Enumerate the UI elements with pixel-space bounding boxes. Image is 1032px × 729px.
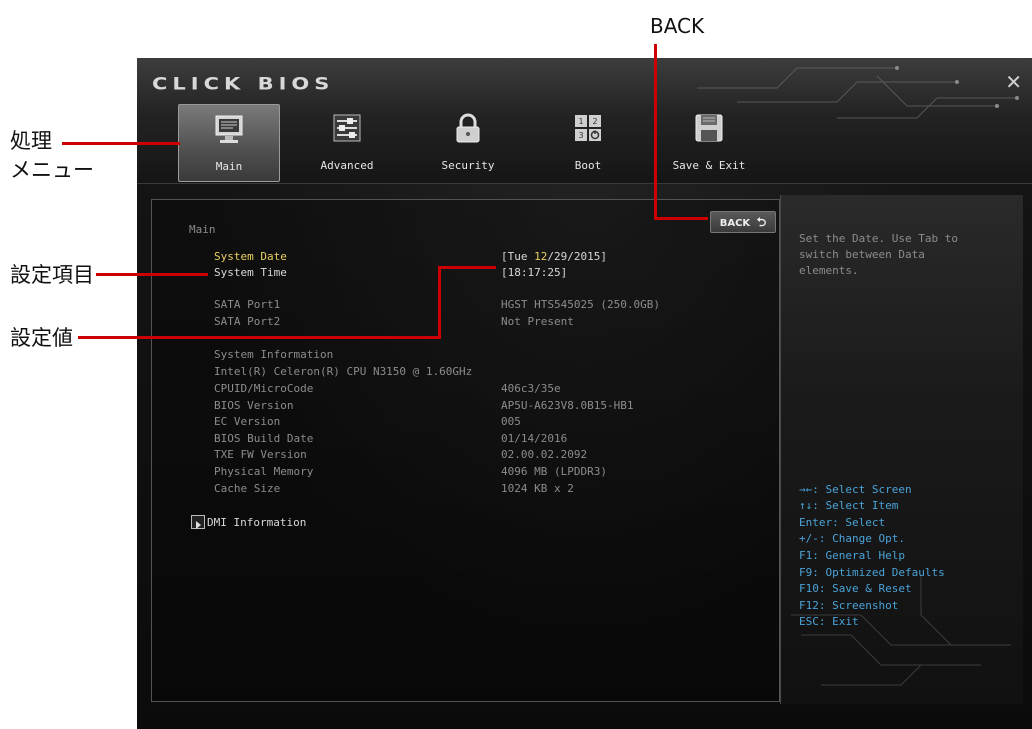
annotation-back: BACK [650,14,705,38]
annotation-settings-value: 設定値 [10,326,73,350]
info-value: 4096 MB (LPDDR3) [501,465,607,478]
submenu-arrow-icon [191,515,205,529]
floppy-disk-icon [695,114,723,142]
sata-port2-label: SATA Port2 [214,315,281,328]
svg-text:3: 3 [578,131,583,140]
callout-line-settings-value-top [438,266,496,269]
info-label: BIOS Version [214,399,294,412]
tab-main[interactable]: Main [178,104,280,182]
system-information-heading: System Information [214,348,334,361]
svg-text:2: 2 [592,117,597,126]
info-value: 406c3/35e [501,382,561,395]
system-time-value[interactable]: [18:17:25] [501,266,567,279]
key-help-line: F1: General Help [799,549,905,562]
help-description-line: switch between Data [799,248,925,261]
key-help-line: +/-: Change Opt. [799,532,905,545]
callout-line-settings-value [78,336,440,339]
info-label: Physical Memory [214,465,314,478]
info-value: 02.00.02.2092 [501,448,588,461]
info-label: TXE FW Version [214,448,307,461]
section-title: Main [189,223,216,236]
system-date-month-field[interactable]: 12 [534,250,547,263]
annotation-menu-line2: メニュー [10,158,94,182]
info-value: 1024 KB x 2 [501,482,574,495]
back-button-label: BACK [719,218,751,229]
system-date-value[interactable]: [Tue 12/29/2015] [501,250,607,263]
annotation-settings-item: 設定項目 [10,263,94,287]
boot-order-icon: 1 2 3 [575,115,601,141]
help-description-line: elements. [799,264,859,277]
callout-line-menu [62,142,180,145]
tab-advanced[interactable]: Advanced [297,104,397,180]
sata-port1-label: SATA Port1 [214,298,281,311]
lock-icon [456,113,480,143]
cpu-name: Intel(R) Celeron(R) CPU N3150 @ 1.60GHz [214,365,473,378]
tab-boot[interactable]: 1 2 3 Boot [538,104,638,180]
callout-line-settings-value-vertical [438,266,441,339]
info-label: Cache Size [214,482,281,495]
click-bios-logo: CLICK BIOS [152,74,335,94]
tab-security[interactable]: Security [418,104,518,180]
key-help-line: F9: Optimized Defaults [799,566,945,579]
key-help-line: ↑↓: Select Item [799,499,899,512]
info-value: 01/14/2016 [501,432,568,445]
back-button[interactable]: BACK ⮌ [710,211,776,233]
key-help-line: F12: Screenshot [799,599,899,612]
key-help-line: Enter: Select [799,516,886,529]
back-arrow-icon: ⮌ [756,215,767,229]
help-description-line: Set the Date. Use Tab to [799,232,958,245]
bios-window: CLICK BIOS ✕ Main Advanced Security 1 2 … [137,58,1032,729]
tab-advanced-label: Advanced [320,159,374,172]
monitor-icon [215,115,243,143]
tab-main-label: Main [215,160,243,173]
callout-line-back-vertical [654,44,657,219]
dmi-information-item[interactable]: DMI Information [207,516,306,529]
callout-line-back-horizontal [654,217,708,220]
callout-line-settings-item [96,273,208,276]
key-help-line: F10: Save & Reset [799,582,912,595]
sata-port2-value: Not Present [501,315,574,328]
info-label: CPUID/MicroCode [214,382,314,395]
sliders-icon [333,114,361,142]
system-date-label[interactable]: System Date [214,250,287,263]
key-help-line: ESC: Exit [799,615,859,628]
tab-security-label: Security [441,159,495,172]
tab-save-exit-label: Save & Exit [672,159,746,172]
info-value: 005 [501,415,521,428]
menu-bar: CLICK BIOS ✕ Main Advanced Security 1 2 … [137,58,1032,184]
close-icon[interactable]: ✕ [1005,70,1022,94]
annotation-menu-line1: 処理 [10,129,52,153]
info-value: AP5U-A623V8.0B15-HB1 [501,399,634,412]
tab-save-exit[interactable]: Save & Exit [659,104,759,180]
system-time-label[interactable]: System Time [214,266,287,279]
info-label: BIOS Build Date [214,432,314,445]
info-label: EC Version [214,415,281,428]
tab-boot-label: Boot [574,159,602,172]
svg-text:1: 1 [578,117,583,126]
sata-port1-value: HGST HTS545025 (250.0GB) [501,298,660,311]
key-help-line: →←: Select Screen [799,483,912,496]
